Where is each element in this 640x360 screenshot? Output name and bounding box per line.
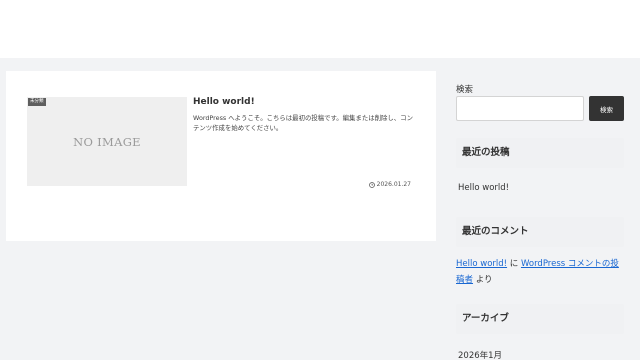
search-input[interactable] bbox=[456, 96, 584, 121]
clock-icon bbox=[368, 181, 375, 188]
entry-title[interactable]: Hello world! bbox=[193, 97, 413, 107]
main-content: NO IMAGE 未分類 Hello world! WordPress へようこ… bbox=[6, 71, 436, 241]
recent-post-link[interactable]: Hello world! bbox=[458, 183, 509, 193]
archive-link[interactable]: 2026年1月 bbox=[458, 349, 502, 360]
entry-date: 2026.01.27 bbox=[368, 181, 411, 188]
entry-card[interactable]: NO IMAGE 未分類 Hello world! WordPress へようこ… bbox=[27, 97, 413, 217]
site-header bbox=[0, 0, 640, 58]
archives-title: アーカイブ bbox=[456, 304, 624, 334]
entry-snippet: WordPress へようこそ。こちらは最初の投稿です。編集または削除し、コンテ… bbox=[193, 114, 413, 132]
entry-date-text: 2026.01.27 bbox=[376, 181, 411, 188]
no-image-placeholder: NO IMAGE bbox=[73, 134, 141, 149]
recent-comments-title: 最近のコメント bbox=[456, 217, 624, 247]
comment-post-link[interactable]: Hello world! bbox=[456, 259, 507, 269]
comment-connector: に bbox=[507, 259, 521, 269]
category-label: 未分類 bbox=[28, 98, 46, 106]
entry-thumbnail[interactable]: NO IMAGE 未分類 bbox=[27, 97, 187, 186]
recent-posts-title: 最近の投稿 bbox=[456, 138, 624, 168]
comment-suffix: より bbox=[473, 275, 493, 285]
search-button[interactable]: 検索 bbox=[589, 96, 624, 121]
search-label: 検索 bbox=[456, 85, 474, 95]
recent-comment-item: Hello world! に WordPress コメントの投稿者 より bbox=[456, 256, 624, 288]
